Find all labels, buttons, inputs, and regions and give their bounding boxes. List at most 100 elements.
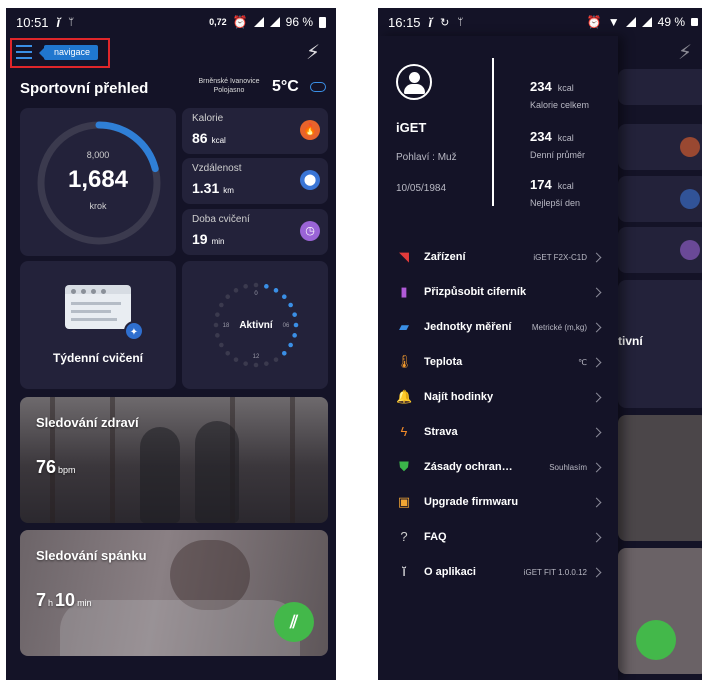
avatar-icon[interactable] xyxy=(396,64,432,100)
question-icon: ? xyxy=(400,529,408,544)
menu-item-label: Teplota xyxy=(424,356,463,368)
distance-card[interactable]: Vzdálenost 1.31 km ⬤ xyxy=(182,158,328,204)
menu-item-label: Zásady ochran… xyxy=(424,461,513,473)
calories-card[interactable]: Kalorie 86 kcal 🔥 xyxy=(182,108,328,154)
chevron-right-icon xyxy=(591,497,602,507)
signal-icon: ◥ xyxy=(399,249,409,264)
health-title: Sledování zdraví xyxy=(36,415,139,430)
home-screen: 10:51 ĭ ᛘ 0,72 ⏰ 96 % navigace ⚡ Sportov… xyxy=(6,8,336,680)
active-hour-dot xyxy=(273,357,279,362)
heart-rate-value: 76 bpm xyxy=(36,457,76,477)
profile-birthdate: 10/05/1984 xyxy=(396,183,447,194)
runner-icon: ⚡ xyxy=(677,42,693,64)
background-card xyxy=(618,176,702,222)
menu-item-label: Najít hodinky xyxy=(424,391,494,403)
chevron-right-icon xyxy=(591,567,602,577)
weather-location: Brněnské Ivanovice Polojasno xyxy=(198,78,260,94)
iget-status-icon: ĭ xyxy=(428,14,433,30)
ruler-icon: ▰ xyxy=(399,319,409,334)
chevron-right-icon xyxy=(591,532,602,542)
active-hour-dot xyxy=(215,333,220,338)
drawer-screen: 16:15 ĭ ↻ ᛘ ⏰ ▼ 49 % ⚡ tivní iGET Pohlav… xyxy=(378,8,702,680)
signal-icon xyxy=(253,17,264,27)
active-hour-dot xyxy=(243,284,248,289)
kpi-total-calories: 234 kcal Kalorie celkem xyxy=(530,79,590,110)
menu-item-3[interactable]: 🌡 Teplota ℃ xyxy=(378,345,618,379)
menu-item-5[interactable]: ϟ Strava xyxy=(378,415,618,449)
menu-item-2[interactable]: ▰ Jednotky měření Metrické (m,kg) xyxy=(378,310,618,344)
steps-unit: krok xyxy=(89,201,107,211)
active-hour-dot xyxy=(253,362,259,368)
thermometer-icon: 🌡 xyxy=(396,354,413,369)
clock-icon: ◷ xyxy=(300,221,320,241)
menu-item-0[interactable]: ◥ Zařízení iGET F2X-C1D xyxy=(378,240,618,274)
menu-item-value: iGET F2X-C1D xyxy=(533,252,587,262)
active-hour-dot xyxy=(213,322,219,328)
calendar-icon xyxy=(65,285,131,329)
active-hour-dot xyxy=(233,357,239,362)
active-hours-card[interactable]: 0 06 12 18 Aktivní xyxy=(182,261,328,389)
menu-item-4[interactable]: 🔔 Najít hodinky xyxy=(378,380,618,414)
alarm-icon: ⏰ xyxy=(586,15,602,29)
notification-icon: ᛘ xyxy=(68,16,75,28)
menu-item-9[interactable]: ĭ O aplikaci iGET FIT 1.0.0.12 xyxy=(378,555,618,589)
weekly-exercise-card[interactable]: ✦ Týdenní cvičení xyxy=(20,261,176,389)
bell-icon: 🔔 xyxy=(396,389,413,404)
dial-label-6: 06 xyxy=(283,323,290,329)
divider xyxy=(492,58,494,206)
menu-item-6[interactable]: ⛊ Zásady ochran… Souhlasím xyxy=(378,450,618,484)
chevron-right-icon xyxy=(591,357,602,367)
active-hour-dot xyxy=(292,312,297,317)
chevron-right-icon xyxy=(591,322,602,332)
sleep-tracking-card[interactable]: Sledování spánku 7 h 10 min ⫽ xyxy=(20,530,328,656)
menu-item-label: Strava xyxy=(424,426,458,438)
menu-item-1[interactable]: ▮ Přizpůsobit ciferník xyxy=(378,275,618,309)
menu-item-7[interactable]: ▣ Upgrade firmwaru xyxy=(378,485,618,519)
battery-text: 49 % xyxy=(657,15,685,29)
menu-item-label: Jednotky měření xyxy=(424,321,512,333)
chevron-right-icon xyxy=(591,427,602,437)
active-hour-dot xyxy=(288,302,293,308)
active-hour-dot xyxy=(243,361,248,366)
page-title: Sportovní přehled xyxy=(20,80,149,97)
background-card xyxy=(618,227,702,273)
background-card xyxy=(618,124,702,170)
menu-item-label: FAQ xyxy=(424,531,447,543)
menu-item-label: Zařízení xyxy=(424,251,466,263)
active-hour-dot xyxy=(281,350,287,356)
active-label: Aktivní xyxy=(239,320,274,331)
menu-item-value: ℃ xyxy=(578,357,587,367)
alarm-icon: ⏰ xyxy=(232,15,248,29)
health-tracking-card[interactable]: Sledování zdraví 76 bpm xyxy=(20,397,328,523)
signal-icon xyxy=(625,17,636,27)
kpi-daily-average: 234 kcal Denní průměr xyxy=(530,129,586,160)
battery-icon xyxy=(319,16,326,28)
exercise-time-card[interactable]: Doba cvičení 19 min ◷ xyxy=(182,209,328,255)
chevron-right-icon xyxy=(591,287,602,297)
runner-icon[interactable]: ⚡ xyxy=(300,42,326,64)
active-hour-dot xyxy=(264,361,269,366)
weekly-exercise-label: Týdenní cvičení xyxy=(52,351,144,365)
active-hour-dot xyxy=(281,294,287,300)
profile-gender: Pohlaví : Muž xyxy=(396,152,457,163)
notification-icon: ᛘ xyxy=(457,16,464,28)
dial-label-18: 18 xyxy=(223,323,230,329)
cloud-icon xyxy=(310,82,326,92)
kpi-best-day: 174 kcal Nejlepší den xyxy=(530,177,581,208)
workout-fab-button[interactable]: ⫽ xyxy=(274,602,314,642)
weather-temperature: 5°C xyxy=(272,78,299,95)
dial-label-0: 0 xyxy=(254,291,258,297)
active-hour-dot xyxy=(288,342,293,348)
menu-item-8[interactable]: ? FAQ xyxy=(378,520,618,554)
status-time: 16:15 xyxy=(388,14,421,30)
pulse-icon: ϟ xyxy=(400,424,408,439)
sleep-title: Sledování spánku xyxy=(36,548,147,563)
active-hour-dot xyxy=(273,288,279,293)
distance-value: 1.31 km xyxy=(192,180,234,196)
network-speed: 0,72 xyxy=(209,17,227,27)
distance-label: Vzdálenost xyxy=(192,163,242,174)
menu-icon[interactable] xyxy=(16,45,32,59)
iget-status-icon: ĭ xyxy=(56,14,61,30)
signal-icon xyxy=(641,17,652,27)
steps-card[interactable]: 8,000 1,684 krok xyxy=(20,108,176,256)
